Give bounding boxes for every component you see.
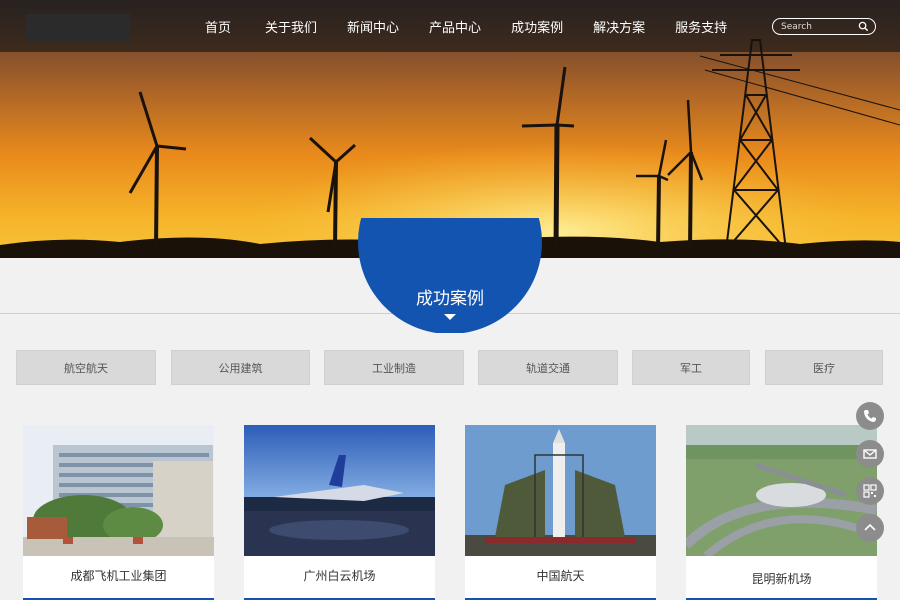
tab-public-buildings[interactable]: 公用建筑 [171,350,310,385]
section-title: 成功案例 [416,289,484,309]
float-phone-button[interactable] [856,402,884,430]
case-caption: 成都飞机工业集团 [70,568,167,583]
phone-icon [864,410,876,422]
nav-about[interactable]: 关于我们 [265,17,317,36]
nav-home[interactable]: 首页 [205,17,231,36]
nav-products[interactable]: 产品中心 [429,17,481,36]
tab-medical[interactable]: 医疗 [765,350,883,385]
qrcode-icon [863,484,877,498]
case-image-china-aerospace [465,425,656,556]
tab-military[interactable]: 军工 [632,350,750,385]
case-card-guangzhou[interactable]: 广州白云机场 [244,425,435,600]
case-image-kunming [686,425,877,556]
nav-support[interactable]: 服务支持 [675,17,727,36]
tab-aerospace[interactable]: 航空航天 [16,350,156,385]
float-qrcode-button[interactable] [856,477,884,505]
case-image-chengdu [23,425,214,556]
case-image-guangzhou [244,425,435,556]
case-caption: 广州白云机场 [303,568,376,583]
nav-news[interactable]: 新闻中心 [347,17,399,36]
case-caption: 昆明新机场 [751,571,812,586]
mail-icon [863,449,877,459]
nav-cases[interactable]: 成功案例 [511,17,563,36]
caret-down-icon [444,314,456,320]
case-card-chengdu[interactable]: 成都飞机工业集团 [23,425,214,600]
case-card-china-aerospace[interactable]: 中国航天 [465,425,656,600]
search-box [772,18,876,35]
search-input[interactable] [781,20,853,33]
site-header: 首页 关于我们 新闻中心 产品中心 成功案例 解决方案 服务支持 [0,0,900,52]
main-nav: 首页 关于我们 新闻中心 产品中心 成功案例 解决方案 服务支持 [205,0,757,52]
section-title-badge: 成功案例 [358,218,542,333]
category-tabs: 航空航天 公用建筑 工业制造 轨道交通 军工 医疗 [16,350,886,386]
case-card-kunming[interactable]: 昆明新机场 [686,425,877,600]
tab-rail-transit[interactable]: 轨道交通 [478,350,618,385]
float-mail-button[interactable] [856,440,884,468]
site-logo[interactable] [26,14,130,41]
back-to-top-icon [864,523,876,531]
case-caption: 中国航天 [536,568,585,583]
nav-solutions[interactable]: 解决方案 [593,17,645,36]
search-icon[interactable] [858,21,869,32]
tab-manufacturing[interactable]: 工业制造 [324,350,464,385]
float-back-to-top-button[interactable] [856,514,884,542]
